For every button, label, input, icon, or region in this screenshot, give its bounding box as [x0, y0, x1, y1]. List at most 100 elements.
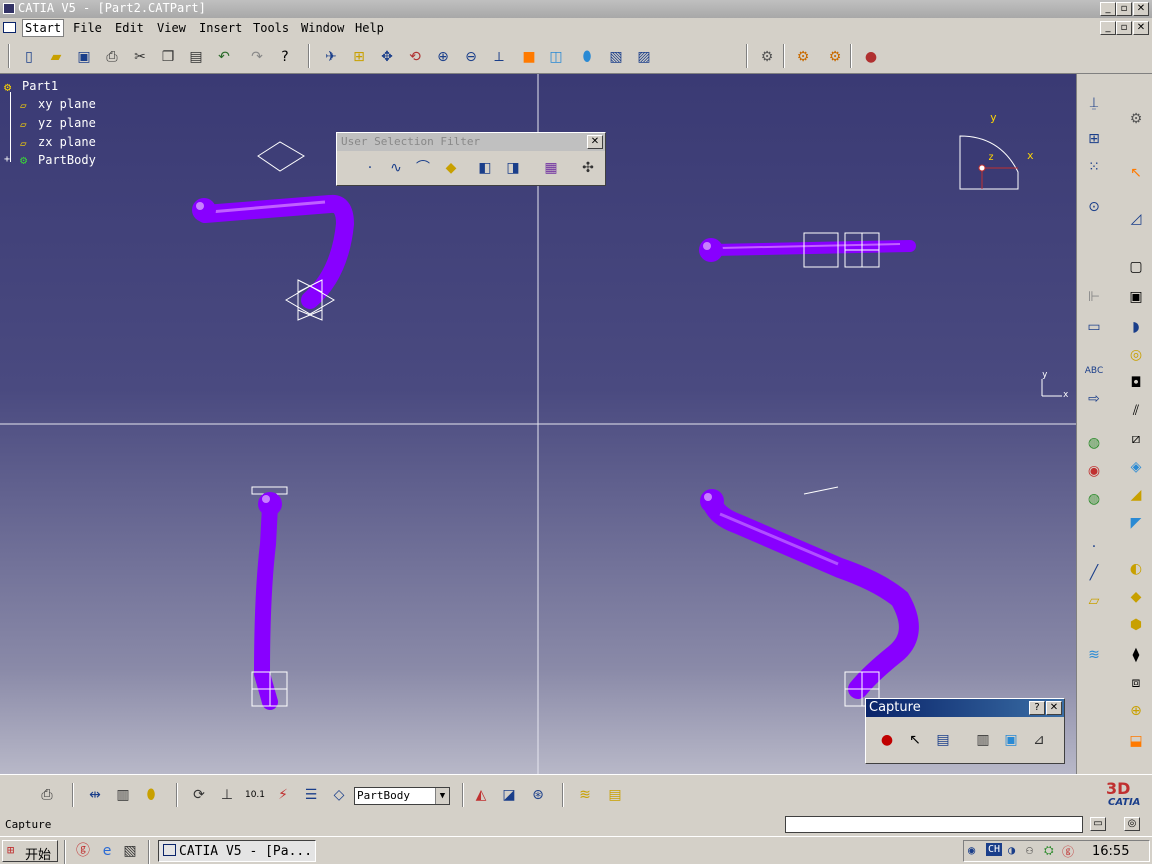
- axis-system-icon[interactable]: ⊥: [216, 784, 238, 806]
- cut-icon[interactable]: ✂: [129, 46, 151, 68]
- update-part-icon[interactable]: ⟳: [188, 784, 210, 806]
- analysis-icon[interactable]: ⊩: [1083, 286, 1105, 308]
- shading-icon[interactable]: ⬮: [576, 46, 598, 68]
- tree-root-part[interactable]: Part1: [22, 79, 58, 93]
- command-input[interactable]: [785, 816, 1083, 833]
- measure-item-icon[interactable]: ▥: [112, 784, 134, 806]
- quicklaunch-browser-icon[interactable]: ⓖ: [72, 840, 94, 862]
- transform-icon[interactable]: ⊕: [1125, 700, 1147, 722]
- record-icon[interactable]: ●: [876, 729, 898, 751]
- loft-icon[interactable]: ◈: [1125, 456, 1147, 478]
- swap-space-icon[interactable]: ▨: [633, 46, 655, 68]
- thread-icon[interactable]: ⧫: [1125, 644, 1147, 666]
- assembly-icon[interactable]: ⚙: [792, 46, 814, 68]
- instant-analysis-icon[interactable]: ⚡: [272, 784, 294, 806]
- album-icon[interactable]: ▥: [972, 729, 994, 751]
- hide-show-icon[interactable]: ▧: [605, 46, 627, 68]
- menu-start[interactable]: Start: [22, 19, 65, 37]
- security-icon[interactable]: ⛭: [1044, 843, 1054, 858]
- apply-material-icon[interactable]: ◍: [1083, 488, 1105, 510]
- doc-minimize-button[interactable]: _: [1100, 21, 1116, 35]
- hole-icon[interactable]: ◘: [1125, 372, 1147, 394]
- target-icon[interactable]: ⊛: [527, 784, 549, 806]
- fly-mode-icon[interactable]: ✈: [320, 46, 342, 68]
- constraint-icon[interactable]: ⚙: [824, 46, 846, 68]
- audio-icon[interactable]: ◉: [968, 843, 975, 857]
- grid-icon[interactable]: ⁙: [1083, 156, 1105, 178]
- geometry-filter-icon[interactable]: ◨: [502, 157, 524, 179]
- expand-icon[interactable]: +: [4, 154, 10, 165]
- language-indicator[interactable]: CH: [986, 843, 1003, 856]
- tree-item-zx-plane[interactable]: zx plane: [38, 135, 96, 149]
- chamfer-icon[interactable]: ◤: [1125, 512, 1147, 534]
- pan-icon[interactable]: ✥: [376, 46, 398, 68]
- measure-inertia-icon[interactable]: ⬮: [140, 784, 162, 806]
- save-icon[interactable]: ▣: [73, 46, 95, 68]
- redo-icon[interactable]: ↷: [246, 46, 268, 68]
- chevron-down-icon[interactable]: ▼: [435, 788, 449, 804]
- doc-close-button[interactable]: ✕: [1133, 21, 1149, 35]
- layers-icon[interactable]: ≋: [574, 784, 596, 806]
- draft-icon[interactable]: ◐: [1125, 558, 1147, 580]
- fit-all-icon[interactable]: ⊞: [348, 46, 370, 68]
- formula-icon[interactable]: 10.1: [244, 784, 266, 806]
- feature-filter-icon[interactable]: ◧: [474, 157, 496, 179]
- tree-item-xy-plane[interactable]: xy plane: [38, 97, 96, 111]
- copy-icon[interactable]: ❐: [157, 46, 179, 68]
- view-section-icon[interactable]: ◪: [498, 784, 520, 806]
- print-capture-icon[interactable]: ⊿: [1028, 729, 1050, 751]
- settings-gear-icon[interactable]: ⚙: [1125, 108, 1147, 130]
- network-icon[interactable]: ⚇: [1026, 843, 1033, 857]
- close-button[interactable]: ✕: [1133, 2, 1149, 16]
- volume-filter-icon[interactable]: ◆: [440, 157, 462, 179]
- paste-icon[interactable]: ▤: [185, 46, 207, 68]
- curve-filter-icon[interactable]: ∿: [385, 157, 407, 179]
- menu-insert[interactable]: Insert: [199, 21, 242, 35]
- drawing-icon[interactable]: ◭: [470, 784, 492, 806]
- shaft-icon[interactable]: ◗: [1125, 316, 1147, 338]
- sketcher-icon[interactable]: ⍊: [1083, 92, 1105, 114]
- undo-icon[interactable]: ↶: [213, 46, 235, 68]
- surface-filter-icon[interactable]: ⌒: [412, 157, 434, 179]
- menu-file[interactable]: File: [73, 21, 102, 35]
- quicklaunch-ie-icon[interactable]: e: [96, 840, 118, 862]
- pocket-icon[interactable]: ▣: [1125, 286, 1147, 308]
- text-icon[interactable]: ABC: [1083, 360, 1105, 382]
- start-button[interactable]: ⊞ 开始: [2, 840, 58, 863]
- capture-help-button[interactable]: ?: [1029, 701, 1045, 715]
- material-ball-icon[interactable]: ◍: [1083, 432, 1105, 454]
- doc-restore-button[interactable]: ▫: [1116, 21, 1132, 35]
- reference-icon[interactable]: ⊞: [1083, 128, 1105, 150]
- new-icon[interactable]: ▯: [18, 46, 40, 68]
- trap-filter-icon[interactable]: ▦: [540, 157, 562, 179]
- iso-view-icon[interactable]: ◫: [545, 46, 567, 68]
- command-history-button[interactable]: ▭: [1090, 817, 1106, 831]
- groove-icon[interactable]: ◎: [1125, 344, 1147, 366]
- sketch-icon[interactable]: ◿: [1125, 208, 1147, 230]
- point-icon[interactable]: ·: [1083, 536, 1105, 558]
- snap-point-icon[interactable]: ⊙: [1083, 196, 1105, 218]
- list-icon[interactable]: ☰: [300, 784, 322, 806]
- fillet-icon[interactable]: ◢: [1125, 484, 1147, 506]
- update-icon[interactable]: ⎙: [36, 784, 58, 806]
- quick-select-icon[interactable]: ✣: [577, 157, 599, 179]
- point-filter-icon[interactable]: ·: [359, 157, 381, 179]
- minimize-button[interactable]: _: [1100, 2, 1116, 16]
- menu-tools[interactable]: Tools: [253, 21, 289, 35]
- rib-icon[interactable]: ⫽: [1125, 400, 1147, 422]
- multi-view-icon[interactable]: ■: [518, 46, 540, 68]
- capture-options-icon[interactable]: ▤: [932, 729, 954, 751]
- datum-icon[interactable]: ▭: [1083, 316, 1105, 338]
- remove-face-icon[interactable]: ⧈: [1125, 672, 1147, 694]
- slot-icon[interactable]: ⧄: [1125, 428, 1147, 450]
- body-select-icon[interactable]: ◇: [328, 784, 350, 806]
- menu-view[interactable]: View: [157, 21, 186, 35]
- open-icon[interactable]: ▰: [45, 46, 67, 68]
- layer-icon[interactable]: ≋: [1083, 644, 1105, 666]
- zoom-out-icon[interactable]: ⊖: [460, 46, 482, 68]
- tray-app-icon[interactable]: ⓖ: [1062, 843, 1074, 860]
- select-mode-icon[interactable]: ↖: [904, 729, 926, 751]
- power-input-button[interactable]: ◎: [1124, 817, 1140, 831]
- body-select[interactable]: PartBody ▼: [354, 787, 450, 805]
- catalog-icon[interactable]: ⚙: [756, 46, 778, 68]
